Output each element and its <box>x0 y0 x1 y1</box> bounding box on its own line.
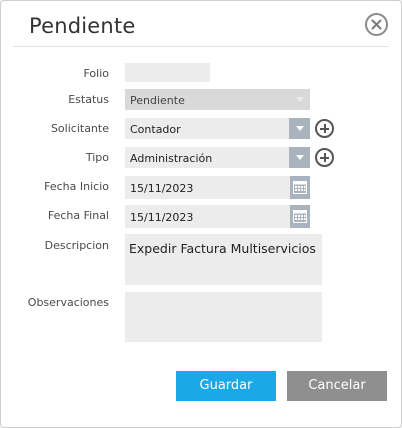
chevron-down-icon[interactable] <box>289 147 310 168</box>
fecha-final-label: Fecha Final <box>47 209 109 222</box>
dialog-title: Pendiente <box>29 14 136 38</box>
descripcion-value: Expedir Factura Multiservicios <box>129 241 316 256</box>
fecha-inicio-field[interactable]: 15/11/2023 <box>125 176 310 199</box>
solicitante-value: Contador <box>130 123 181 136</box>
observaciones-textarea[interactable] <box>125 292 322 342</box>
add-tipo-icon[interactable] <box>315 148 334 167</box>
observaciones-label: Observaciones <box>27 296 109 309</box>
estatus-select[interactable]: Pendiente <box>125 89 310 110</box>
calendar-icon[interactable] <box>290 176 310 199</box>
folio-label: Folio <box>83 67 109 80</box>
close-icon[interactable] <box>365 13 388 36</box>
add-solicitante-icon[interactable] <box>315 119 334 138</box>
folio-field[interactable] <box>125 63 210 82</box>
cancel-button[interactable]: Cancelar <box>287 371 387 401</box>
fecha-inicio-label: Fecha Inicio <box>44 180 109 193</box>
pendiente-dialog: Pendiente Folio Estatus Pendiente Solici… <box>0 0 402 428</box>
descripcion-textarea[interactable]: Expedir Factura Multiservicios <box>125 234 322 285</box>
fecha-inicio-value: 15/11/2023 <box>130 182 194 195</box>
save-button[interactable]: Guardar <box>176 371 276 401</box>
chevron-down-icon[interactable] <box>289 118 310 139</box>
tipo-select[interactable]: Administración <box>125 147 310 168</box>
fecha-final-field[interactable]: 15/11/2023 <box>125 205 310 228</box>
solicitante-label: Solicitante <box>50 122 109 135</box>
tipo-value: Administración <box>130 152 213 165</box>
tipo-label: Tipo <box>85 151 109 164</box>
chevron-down-icon <box>289 89 310 110</box>
fecha-final-value: 15/11/2023 <box>130 211 194 224</box>
descripcion-label: Descripcion <box>44 239 109 252</box>
title-divider <box>13 46 389 47</box>
estatus-value: Pendiente <box>130 94 185 107</box>
solicitante-select[interactable]: Contador <box>125 118 310 139</box>
estatus-label: Estatus <box>68 93 109 106</box>
calendar-icon[interactable] <box>290 205 310 228</box>
